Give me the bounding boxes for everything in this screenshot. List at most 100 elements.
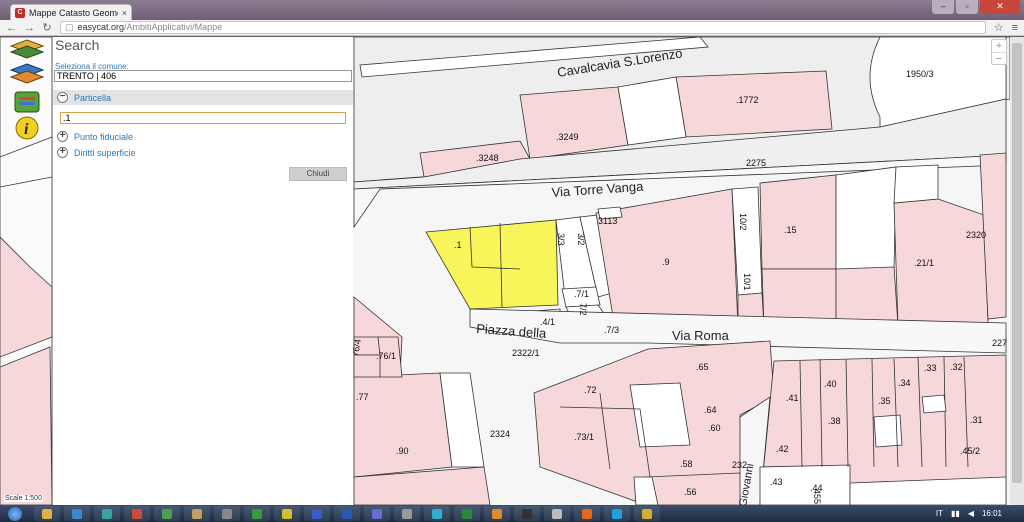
search-layers-icon[interactable] xyxy=(8,61,46,87)
section-particella[interactable]: − Particella xyxy=(53,90,353,105)
taskbar-app-pdf[interactable] xyxy=(484,506,510,521)
close-button[interactable]: Chiudi xyxy=(289,167,347,181)
scrollbar-thumb[interactable] xyxy=(1012,43,1022,483)
taskbar-app-ie[interactable] xyxy=(64,506,90,521)
parcel-label: 455 xyxy=(812,489,822,504)
system-tray: IT ▮▮ ◀ 16:01 xyxy=(936,505,1002,522)
taskbar-app-yellow[interactable] xyxy=(274,506,300,521)
comune-field[interactable] xyxy=(54,70,352,82)
taskbar-app-db[interactable] xyxy=(364,506,390,521)
parcel-label: 2320 xyxy=(966,230,986,240)
taskbar-app-skype[interactable] xyxy=(604,506,630,521)
menu-icon[interactable]: ≡ xyxy=(1012,22,1018,34)
taskbar-app-tools[interactable] xyxy=(154,506,180,521)
url-field[interactable]: ▢ easycat.org/AmbitiApplicativi/Mappe xyxy=(60,21,986,34)
parcel-label: .33 xyxy=(924,363,937,373)
taskbar-app-folder[interactable] xyxy=(184,506,210,521)
parcel-label: .35 xyxy=(878,396,891,406)
taskbar-app-blue[interactable] xyxy=(304,506,330,521)
taskbar-app-chrome[interactable] xyxy=(124,506,150,521)
taskbar-app-media[interactable] xyxy=(94,506,120,521)
parcel-label: 232 xyxy=(732,460,747,470)
minimize-icon[interactable]: – xyxy=(932,0,954,14)
search-panel: Search Seleziona il comune: − Particella… xyxy=(53,37,353,505)
minus-icon: − xyxy=(57,92,68,103)
parcel-label: 2322/1 xyxy=(512,348,540,358)
taskbar-app-notes[interactable] xyxy=(634,506,660,521)
zoom-in-button[interactable]: + xyxy=(992,40,1006,52)
clock[interactable]: 16:01 xyxy=(982,509,1002,518)
maximize-icon[interactable]: ▫ xyxy=(956,0,978,14)
zoom-out-button[interactable]: − xyxy=(992,52,1006,65)
plus-icon: + xyxy=(57,131,68,142)
network-icon[interactable]: ▮▮ xyxy=(951,509,960,518)
section-label: Punto fiduciale xyxy=(74,131,134,142)
parcel-label: .64 xyxy=(704,405,717,415)
parcel-label: .3248 xyxy=(476,153,499,163)
windows-logo-icon xyxy=(8,506,22,521)
section-label: Diritti superficie xyxy=(74,147,136,158)
parcel-label: .31 xyxy=(970,415,983,425)
parcel-label: .43 xyxy=(770,477,783,487)
parcel-label: .42 xyxy=(776,444,789,454)
reload-icon[interactable]: ↻ xyxy=(42,21,52,34)
info-icon[interactable]: i xyxy=(8,115,46,141)
taskbar-app-firefox[interactable] xyxy=(574,506,600,521)
particella-field[interactable] xyxy=(60,112,346,124)
parcel-label: 3/2 xyxy=(576,233,586,246)
parcel-label: .38 xyxy=(828,416,841,426)
parcel-label: 7/2 xyxy=(578,303,588,316)
parcel-label: .58 xyxy=(680,459,693,469)
parcel-label: .90 xyxy=(396,446,409,456)
bookmark-star-icon[interactable]: ☆ xyxy=(994,21,1004,34)
parcel-label: .32 xyxy=(950,362,963,372)
taskbar-app-gray[interactable] xyxy=(544,506,570,521)
taskbar-app-explorer[interactable] xyxy=(34,506,60,521)
taskbar-app-cyan[interactable] xyxy=(424,506,450,521)
taskbar-app-excel[interactable] xyxy=(454,506,480,521)
language-indicator[interactable]: IT xyxy=(936,509,943,518)
browser-tab[interactable]: C Mappe Catasto Geometri × xyxy=(10,4,132,21)
browser-titlebar: C Mappe Catasto Geometri × – ▫ ✕ xyxy=(0,0,1024,21)
parcel-label: .34 xyxy=(898,378,911,388)
parcel-label: .76/1 xyxy=(376,351,396,361)
vertical-scrollbar[interactable] xyxy=(1010,37,1024,505)
taskbar-app-x[interactable] xyxy=(214,506,240,521)
parcel-label: .3249 xyxy=(556,132,579,142)
street-label-via-roma: Via Roma xyxy=(672,328,730,343)
start-button[interactable] xyxy=(0,505,30,522)
taskbar-app-green[interactable] xyxy=(244,506,270,521)
parcel-label: .7/1 xyxy=(574,289,589,299)
window-close-icon[interactable]: ✕ xyxy=(980,0,1020,14)
plus-icon: + xyxy=(57,147,68,158)
back-icon[interactable]: ← xyxy=(6,22,17,34)
forward-icon[interactable]: → xyxy=(24,22,35,34)
parcel-label: .65 xyxy=(696,362,709,372)
taskbar-app-word[interactable] xyxy=(334,506,360,521)
scale-indicator: Scale 1:500 xyxy=(4,495,43,502)
tab-close-icon[interactable]: × xyxy=(122,8,127,18)
parcel-label: 227 xyxy=(992,338,1007,348)
parcel-label: .77 xyxy=(356,392,369,402)
parcel-label: .72 xyxy=(584,385,597,395)
address-bar: ← → ↻ ▢ easycat.org/AmbitiApplicativi/Ma… xyxy=(0,20,1024,36)
taskbar-app-term[interactable] xyxy=(514,506,540,521)
section-diritti-superficie[interactable]: + Diritti superficie xyxy=(53,145,353,160)
parcel-label: 2324 xyxy=(490,429,510,439)
section-punto-fiduciale[interactable]: + Punto fiduciale xyxy=(53,129,353,144)
volume-icon[interactable]: ◀ xyxy=(968,509,974,518)
parcel-label: .60 xyxy=(708,423,721,433)
window-controls: – ▫ ✕ xyxy=(932,0,1020,14)
parcel-label: 1950/3 xyxy=(906,69,934,79)
url-path: /AmbitiApplicativi/Mappe xyxy=(124,22,223,32)
parcel-label: 10/1 xyxy=(742,273,752,291)
layers-icon[interactable] xyxy=(8,37,46,63)
parcel-label: .7/3 xyxy=(604,325,619,335)
parcel-label: 10/2 xyxy=(738,213,748,231)
taskbar: IT ▮▮ ◀ 16:01 xyxy=(0,505,1024,522)
section-label: Particella xyxy=(74,92,112,103)
tab-title: Mappe Catasto Geometri xyxy=(29,8,118,18)
taskbar-app-gear[interactable] xyxy=(394,506,420,521)
parcel-label: .21/1 xyxy=(914,258,934,268)
legend-icon[interactable] xyxy=(8,89,46,115)
